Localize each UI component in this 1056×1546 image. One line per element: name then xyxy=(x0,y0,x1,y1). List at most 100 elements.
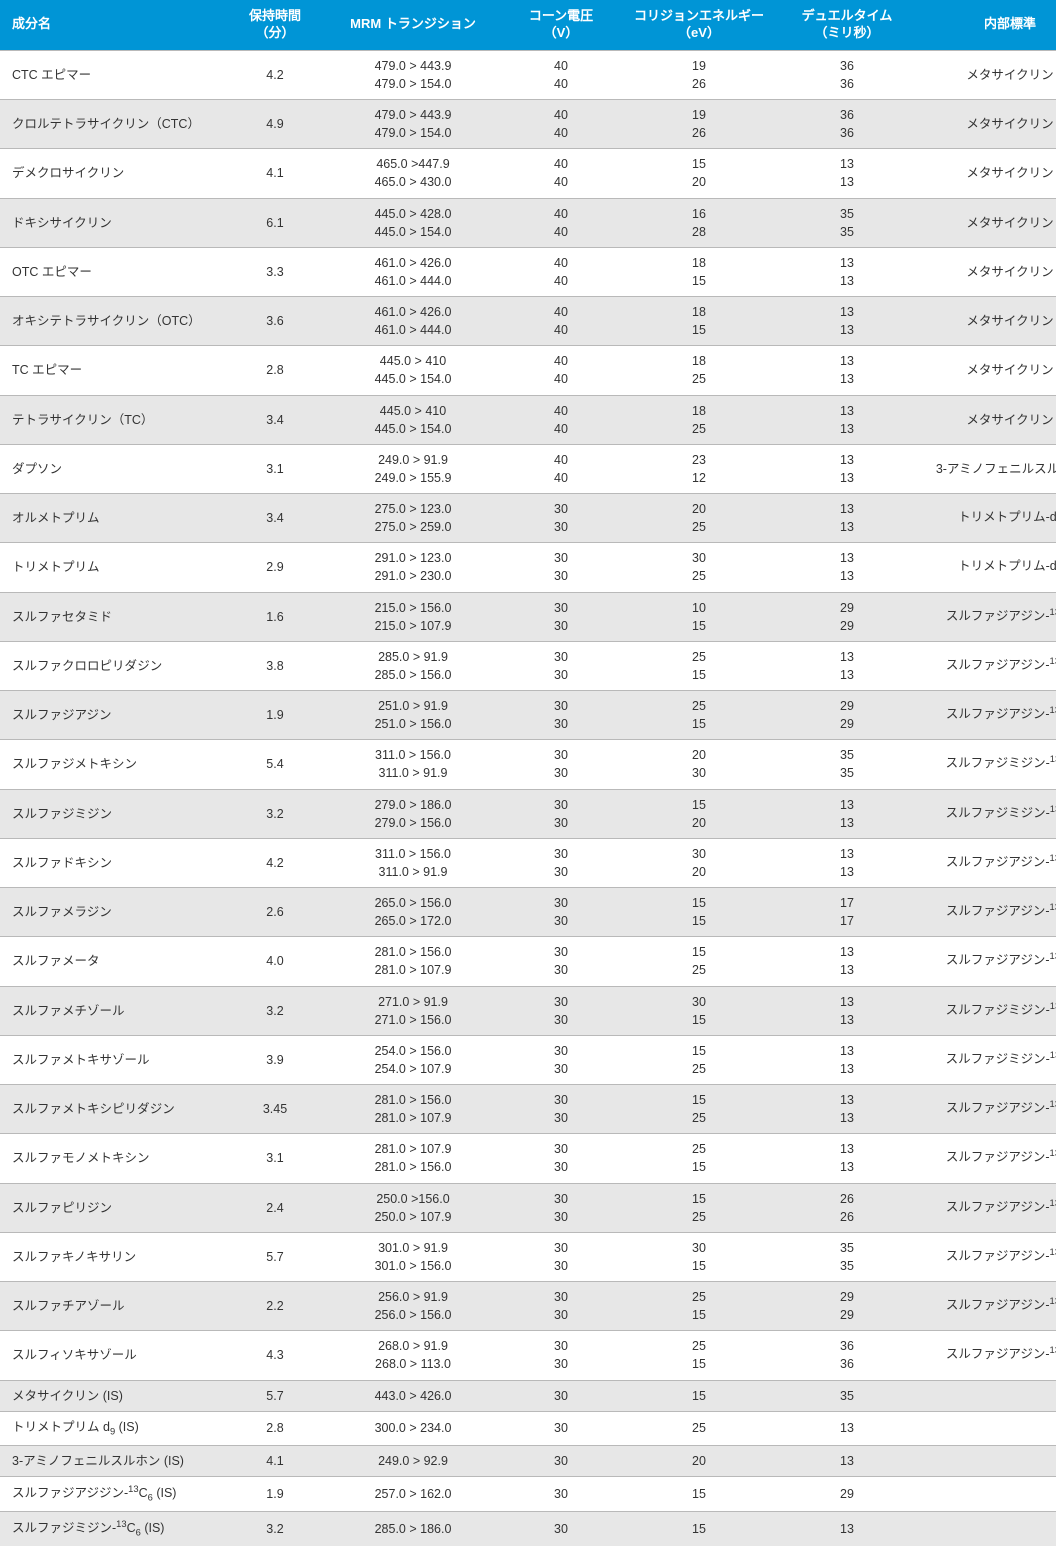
cell-name: スルファジアジジン-13C6 (IS) xyxy=(0,1476,226,1511)
cell-is: トリメトプリム-d9 xyxy=(916,543,1056,592)
cell-name: スルファジアジン xyxy=(0,691,226,740)
cell-ce: 2312 xyxy=(620,444,778,493)
cell-dwell: 35 xyxy=(778,1380,916,1411)
cell-dwell: 13 xyxy=(778,1445,916,1476)
cell-ce: 2030 xyxy=(620,740,778,789)
cell-rt: 3.6 xyxy=(226,297,324,346)
cell-is xyxy=(916,1380,1056,1411)
cell-rt: 4.0 xyxy=(226,937,324,986)
cell-ce: 1015 xyxy=(620,592,778,641)
cell-ce: 1520 xyxy=(620,789,778,838)
cell-name: 3-アミノフェニルスルホン (IS) xyxy=(0,1445,226,1476)
cell-ce: 2515 xyxy=(620,1134,778,1183)
cell-is: メタサイクリン xyxy=(916,198,1056,247)
cell-ce: 15 xyxy=(620,1380,778,1411)
cell-rt: 5.4 xyxy=(226,740,324,789)
cell-dwell: 1313 xyxy=(778,789,916,838)
cell-name: スルファメトキサゾール xyxy=(0,1035,226,1084)
cell-mrm: 445.0 > 410445.0 > 154.0 xyxy=(324,346,502,395)
cell-rt: 4.2 xyxy=(226,50,324,99)
cell-ce: 1525 xyxy=(620,1085,778,1134)
cell-rt: 3.8 xyxy=(226,641,324,690)
table-row: スルファジミジン-13C6 (IS)3.2285.0 > 186.0301513 xyxy=(0,1512,1056,1546)
cell-name: スルファモノメトキシン xyxy=(0,1134,226,1183)
cell-rt: 5.7 xyxy=(226,1232,324,1281)
cell-name: スルフィソキサゾール xyxy=(0,1331,226,1380)
cell-ce: 20 xyxy=(620,1445,778,1476)
cell-is: スルファジアジン-13C6 xyxy=(916,1134,1056,1183)
cell-is xyxy=(916,1445,1056,1476)
cell-ce: 1628 xyxy=(620,198,778,247)
cell-cone: 30 xyxy=(502,1445,620,1476)
cell-rt: 4.1 xyxy=(226,149,324,198)
cell-is: スルファジミジン-13C6 xyxy=(916,789,1056,838)
cell-cone: 3030 xyxy=(502,937,620,986)
cell-dwell: 2929 xyxy=(778,691,916,740)
cell-mrm: 291.0 > 123.0291.0 > 230.0 xyxy=(324,543,502,592)
cell-is: メタサイクリン xyxy=(916,100,1056,149)
cell-mrm: 285.0 > 186.0 xyxy=(324,1512,502,1546)
cell-is: スルファジアジン-13C6 xyxy=(916,1282,1056,1331)
cell-rt: 5.7 xyxy=(226,1380,324,1411)
cell-dwell: 2929 xyxy=(778,592,916,641)
table-row: CTC エピマー4.2479.0 > 443.9479.0 > 154.0404… xyxy=(0,50,1056,99)
table-row: オキシテトラサイクリン（OTC）3.6461.0 > 426.0461.0 > … xyxy=(0,297,1056,346)
cell-mrm: 215.0 > 156.0215.0 > 107.9 xyxy=(324,592,502,641)
table-row: メタサイクリン (IS)5.7443.0 > 426.0301535 xyxy=(0,1380,1056,1411)
cell-ce: 1525 xyxy=(620,1035,778,1084)
cell-dwell: 1313 xyxy=(778,395,916,444)
table-row: スルファチアゾール2.2256.0 > 91.9256.0 > 156.0303… xyxy=(0,1282,1056,1331)
cell-mrm: 461.0 > 426.0461.0 > 444.0 xyxy=(324,247,502,296)
cell-dwell: 1313 xyxy=(778,543,916,592)
cell-ce: 1926 xyxy=(620,100,778,149)
cell-name: TC エピマー xyxy=(0,346,226,395)
cell-cone: 4040 xyxy=(502,149,620,198)
cell-mrm: 300.0 > 234.0 xyxy=(324,1411,502,1445)
cell-cone: 3030 xyxy=(502,888,620,937)
cell-rt: 3.45 xyxy=(226,1085,324,1134)
cell-cone: 3030 xyxy=(502,1331,620,1380)
cell-cone: 4040 xyxy=(502,395,620,444)
cell-ce: 1520 xyxy=(620,149,778,198)
cell-name: デメクロサイクリン xyxy=(0,149,226,198)
cell-rt: 4.2 xyxy=(226,838,324,887)
cell-cone: 3030 xyxy=(502,641,620,690)
cell-dwell: 1717 xyxy=(778,888,916,937)
cell-is: メタサイクリン xyxy=(916,50,1056,99)
table-row: TC エピマー2.8445.0 > 410445.0 > 154.0404018… xyxy=(0,346,1056,395)
cell-mrm: 461.0 > 426.0461.0 > 444.0 xyxy=(324,297,502,346)
cell-name: スルファメラジン xyxy=(0,888,226,937)
cell-rt: 3.1 xyxy=(226,444,324,493)
cell-cone: 4040 xyxy=(502,297,620,346)
cell-mrm: 275.0 > 123.0275.0 > 259.0 xyxy=(324,494,502,543)
cell-dwell: 2929 xyxy=(778,1282,916,1331)
cell-cone: 4040 xyxy=(502,198,620,247)
cell-name: スルファチアゾール xyxy=(0,1282,226,1331)
table-row: デメクロサイクリン4.1465.0 >447.9465.0 > 430.0404… xyxy=(0,149,1056,198)
table-row: ダプソン3.1249.0 > 91.9249.0 > 155.940402312… xyxy=(0,444,1056,493)
table-row: テトラサイクリン（TC）3.4445.0 > 410445.0 > 154.04… xyxy=(0,395,1056,444)
cell-dwell: 1313 xyxy=(778,937,916,986)
cell-ce: 2025 xyxy=(620,494,778,543)
cell-ce: 3015 xyxy=(620,1232,778,1281)
cell-rt: 3.3 xyxy=(226,247,324,296)
cell-is: スルファジアジン-13C6 xyxy=(916,641,1056,690)
cell-cone: 4040 xyxy=(502,346,620,395)
cell-cone: 30 xyxy=(502,1380,620,1411)
cell-rt: 4.3 xyxy=(226,1331,324,1380)
table-row: スルファジミジン3.2279.0 > 186.0279.0 > 156.0303… xyxy=(0,789,1056,838)
cell-ce: 1926 xyxy=(620,50,778,99)
cell-cone: 3030 xyxy=(502,691,620,740)
cell-name: スルファピリジン xyxy=(0,1183,226,1232)
cell-dwell: 3535 xyxy=(778,198,916,247)
header-ce: コリジョンエネルギー（eV） xyxy=(620,0,778,50)
cell-mrm: 301.0 > 91.9301.0 > 156.0 xyxy=(324,1232,502,1281)
cell-ce: 3015 xyxy=(620,986,778,1035)
cell-dwell: 1313 xyxy=(778,1085,916,1134)
cell-dwell: 3636 xyxy=(778,100,916,149)
cell-ce: 25 xyxy=(620,1411,778,1445)
cell-cone: 3030 xyxy=(502,592,620,641)
cell-name: OTC エピマー xyxy=(0,247,226,296)
table-row: クロルテトラサイクリン（CTC）4.9479.0 > 443.9479.0 > … xyxy=(0,100,1056,149)
cell-ce: 15 xyxy=(620,1476,778,1511)
